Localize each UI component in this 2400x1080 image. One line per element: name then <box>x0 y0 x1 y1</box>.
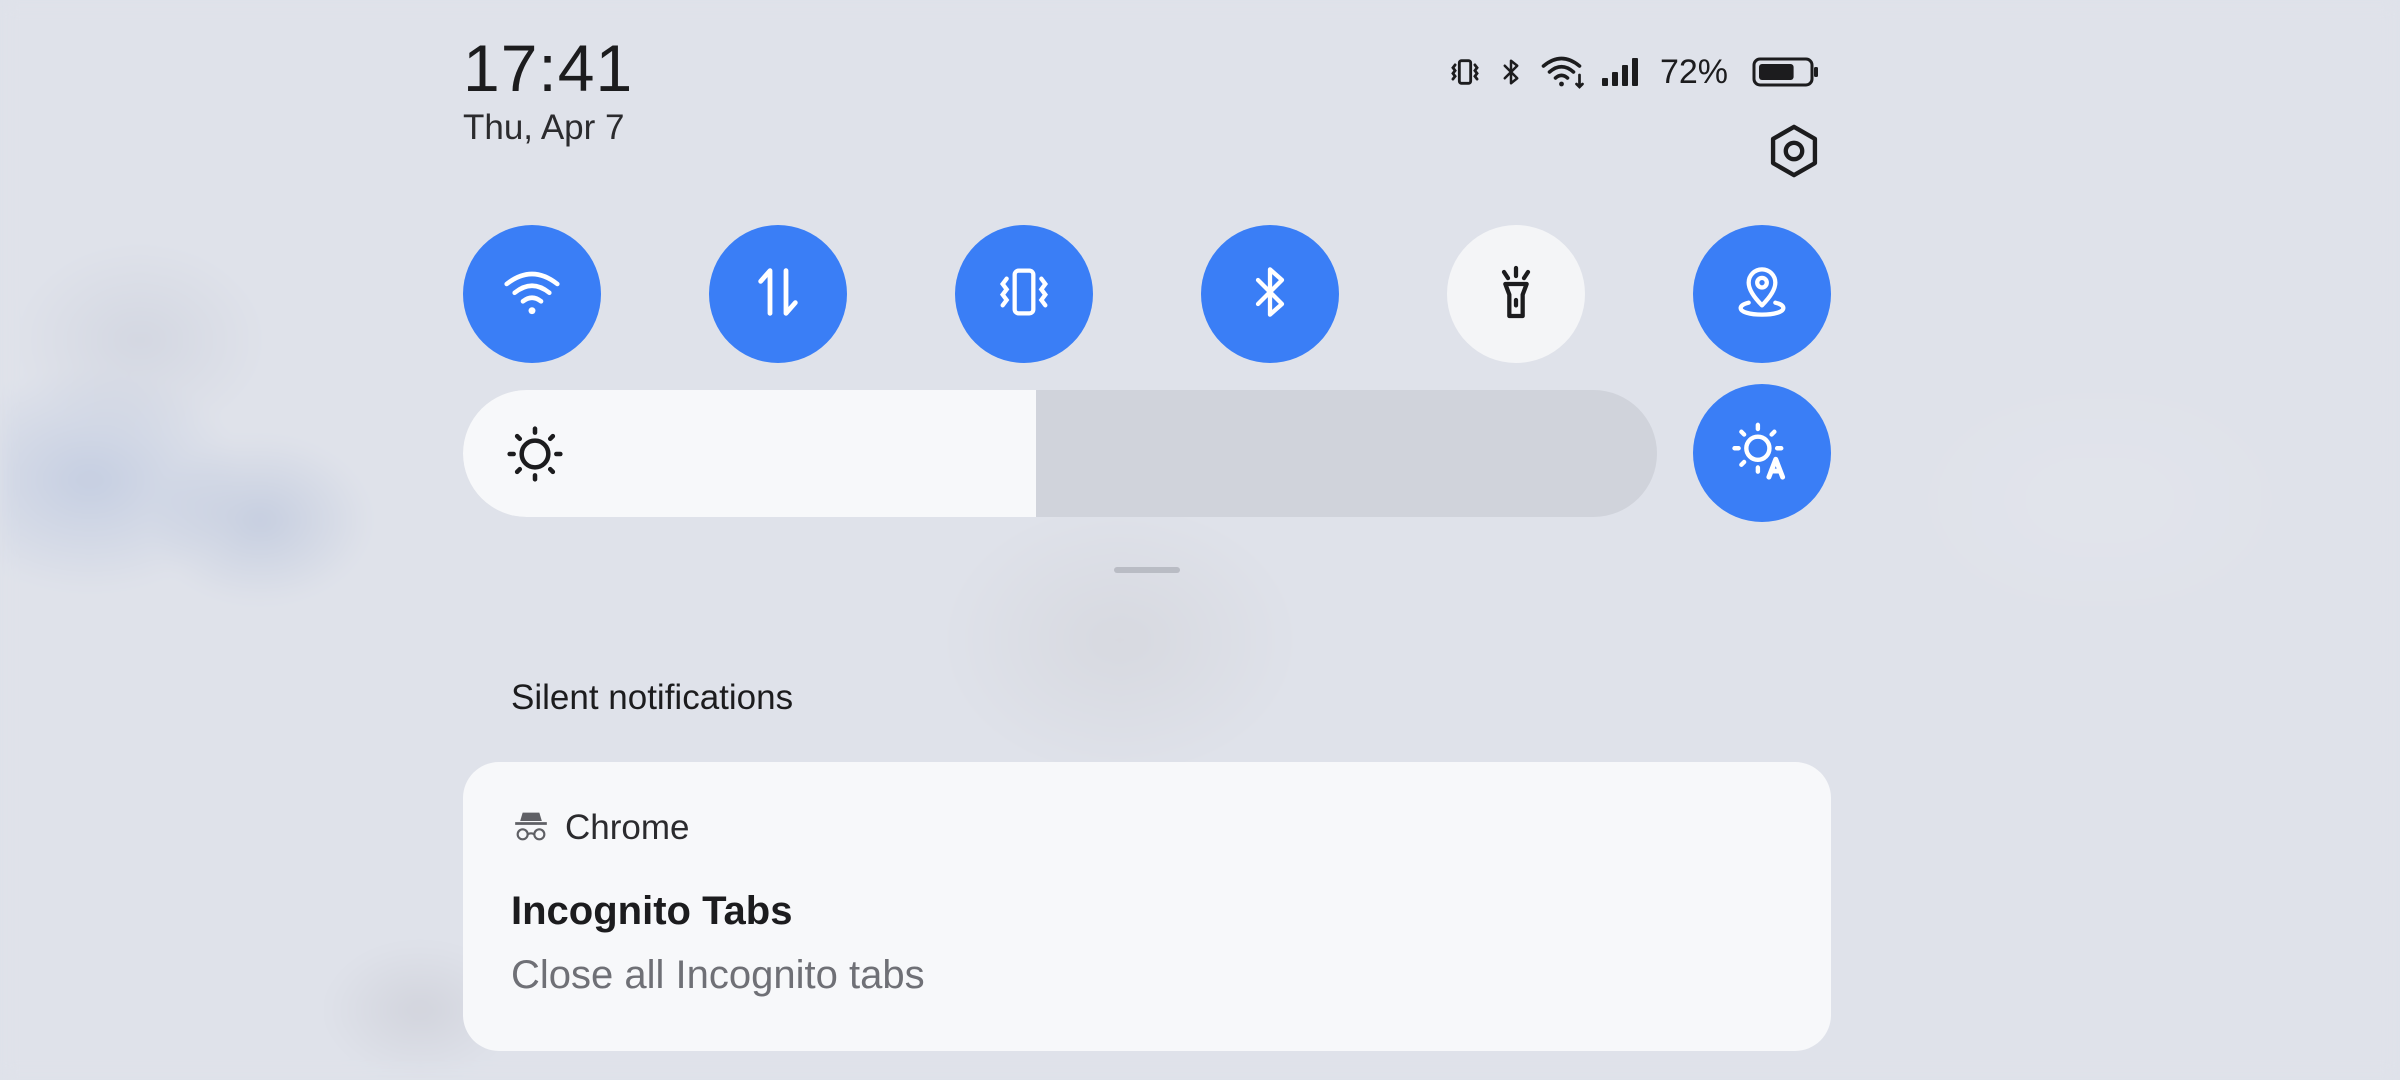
clock-date: Thu, Apr 7 <box>463 108 625 147</box>
status-bar: 72% <box>1448 50 1820 94</box>
notification-app-row: Chrome <box>511 806 689 850</box>
section-title-silent-notifications: Silent notifications <box>511 678 794 717</box>
tile-bluetooth[interactable] <box>1201 225 1339 363</box>
tile-auto-brightness[interactable] <box>1693 384 1831 522</box>
sun-icon <box>503 422 567 486</box>
incognito-icon <box>511 806 551 851</box>
location-icon <box>1730 260 1794 329</box>
battery-icon <box>1752 56 1820 88</box>
notification-card[interactable]: Chrome Incognito Tabs Close all Incognit… <box>463 762 1831 1051</box>
notification-title: Incognito Tabs <box>511 889 793 933</box>
settings-button[interactable] <box>1765 124 1823 182</box>
panel-drag-handle[interactable] <box>1114 567 1180 573</box>
vibrate-icon <box>992 260 1056 329</box>
bluetooth-icon <box>1496 55 1526 89</box>
gear-icon <box>1765 122 1823 185</box>
battery-percent: 72% <box>1659 52 1728 91</box>
tile-wifi[interactable] <box>463 225 601 363</box>
data-arrows-icon <box>746 260 810 329</box>
cellular-signal-icon <box>1600 56 1644 88</box>
clock-time: 17:41 <box>463 31 634 105</box>
tile-flashlight[interactable] <box>1447 225 1585 363</box>
wifi-icon <box>500 260 564 329</box>
notification-app-name: Chrome <box>565 808 690 847</box>
auto-brightness-icon <box>1729 418 1795 489</box>
tile-location[interactable] <box>1693 225 1831 363</box>
bluetooth-icon <box>1238 260 1302 329</box>
notification-body: Close all Incognito tabs <box>511 953 925 997</box>
flashlight-icon <box>1484 260 1548 329</box>
vibrate-icon <box>1448 55 1482 89</box>
tile-mobile-data[interactable] <box>709 225 847 363</box>
brightness-slider[interactable] <box>463 390 1657 517</box>
wifi-icon <box>1540 54 1586 90</box>
tile-vibrate[interactable] <box>955 225 1093 363</box>
